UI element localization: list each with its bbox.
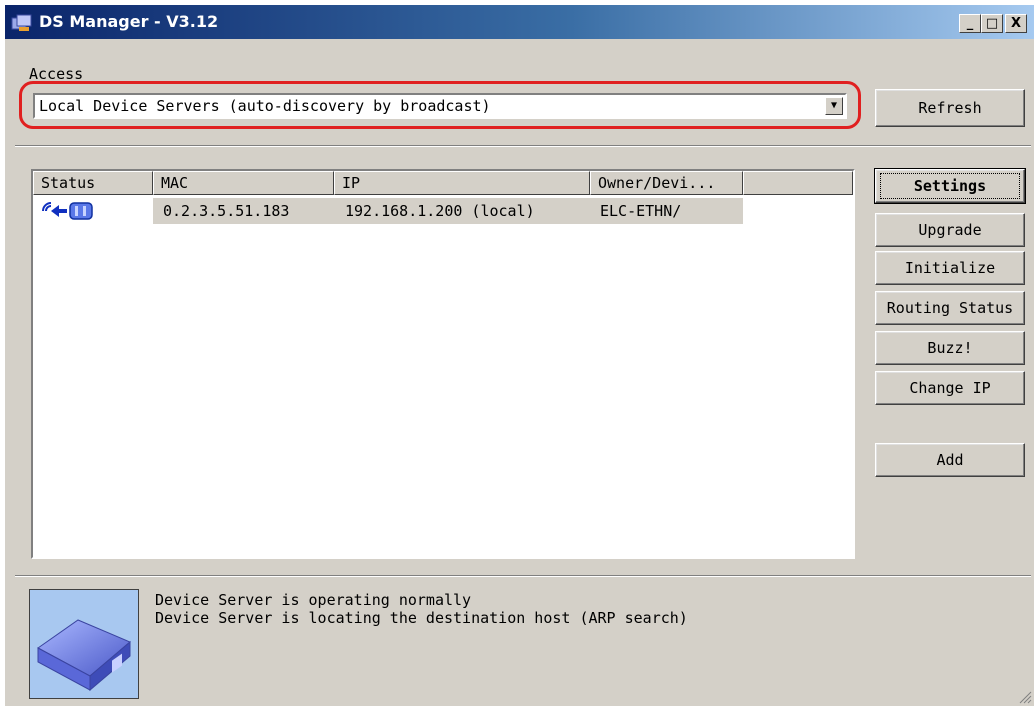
close-button[interactable]: X	[1005, 14, 1027, 33]
status-message-2: Device Server is locating the destinatio…	[155, 609, 688, 627]
access-highlight-annotation	[19, 81, 861, 129]
mac-cell: 0.2.3.5.51.183	[163, 202, 290, 220]
app-window: DS Manager - V3.12 _ □ X Access Local De…	[4, 4, 1034, 706]
maximize-button[interactable]: □	[981, 14, 1003, 33]
device-server-image	[29, 589, 139, 699]
app-icon	[11, 14, 32, 31]
title-bar[interactable]: DS Manager - V3.12 _ □ X	[5, 5, 1034, 39]
column-header-status[interactable]: Status	[33, 171, 153, 195]
buzz-button[interactable]: Buzz!	[875, 331, 1025, 365]
table-row[interactable]: 0.2.3.5.51.183 192.168.1.200 (local) ELC…	[33, 198, 853, 224]
add-button[interactable]: Add	[875, 443, 1025, 477]
column-header-ip[interactable]: IP	[334, 171, 590, 195]
ip-cell: 192.168.1.200 (local)	[345, 202, 535, 220]
focus-rectangle	[880, 173, 1020, 199]
upgrade-button[interactable]: Upgrade	[875, 213, 1025, 247]
resize-grip-icon[interactable]	[1018, 690, 1032, 704]
column-header-owner[interactable]: Owner/Devi...	[590, 171, 743, 195]
change-ip-button[interactable]: Change IP	[875, 371, 1025, 405]
routing-status-button[interactable]: Routing Status	[875, 291, 1025, 325]
device-list[interactable]: Status MAC IP Owner/Devi... 0.2.3.5.51.1…	[31, 169, 855, 559]
minimize-button[interactable]: _	[959, 14, 981, 33]
initialize-button[interactable]: Initialize	[875, 251, 1025, 285]
window-title: DS Manager - V3.12	[39, 12, 219, 31]
column-header-mac[interactable]: MAC	[153, 171, 334, 195]
refresh-button[interactable]: Refresh	[875, 89, 1025, 127]
divider	[15, 145, 1031, 147]
network-device-status-icon	[42, 202, 93, 220]
divider	[15, 575, 1031, 577]
settings-button[interactable]: Settings	[874, 168, 1026, 204]
status-message-1: Device Server is operating normally	[155, 591, 472, 609]
device-server-icon	[37, 619, 131, 692]
column-header-filler	[743, 171, 853, 195]
owner-cell: ELC-ETHN/	[600, 202, 682, 220]
